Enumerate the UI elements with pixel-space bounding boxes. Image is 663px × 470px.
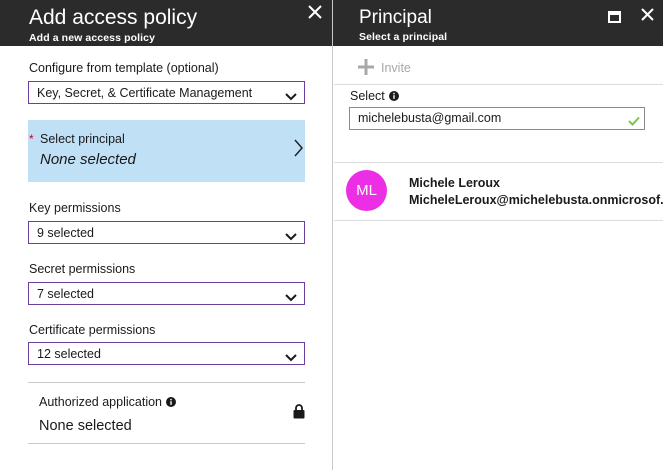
- blade-header: Principal Select a principal: [333, 0, 663, 46]
- key-permissions-value: 9 selected: [37, 226, 94, 240]
- blade-subtitle: Select a principal: [359, 31, 448, 43]
- blade-subtitle: Add a new access policy: [29, 32, 156, 44]
- select-label: Select: [350, 89, 399, 104]
- avatar: ML: [346, 170, 387, 211]
- chevron-down-icon: [285, 349, 297, 367]
- authorized-application-value: None selected: [39, 418, 132, 434]
- secret-permissions-value: 7 selected: [37, 287, 94, 301]
- invite-label: Invite: [381, 61, 411, 75]
- chevron-down-icon: [285, 289, 297, 307]
- toolbar-divider: [334, 84, 663, 85]
- select-principal-value: None selected: [40, 151, 136, 168]
- template-dropdown[interactable]: Key, Secret, & Certificate Management: [28, 81, 305, 104]
- select-search-box: [349, 107, 645, 130]
- result-name: Michele Leroux: [409, 176, 500, 190]
- maximize-icon[interactable]: [608, 10, 621, 28]
- template-dropdown-value: Key, Secret, & Certificate Management: [37, 86, 253, 100]
- authorized-application-label: Authorized application: [39, 395, 176, 410]
- info-icon[interactable]: [166, 396, 176, 410]
- chevron-down-icon: [285, 88, 297, 106]
- key-permissions-label: Key permissions: [29, 201, 121, 215]
- blade-title: Add access policy: [29, 6, 198, 29]
- certificate-permissions-value: 12 selected: [37, 347, 101, 361]
- plus-icon: [358, 59, 374, 75]
- close-icon[interactable]: [308, 5, 322, 24]
- info-icon[interactable]: [388, 90, 399, 104]
- select-search-input[interactable]: [358, 111, 618, 125]
- lock-icon: [293, 404, 305, 424]
- check-icon: [628, 113, 640, 131]
- select-label-text: Select: [350, 89, 385, 103]
- key-permissions-dropdown[interactable]: 9 selected: [28, 221, 305, 244]
- template-label: Configure from template (optional): [29, 61, 219, 75]
- chevron-right-icon: [294, 139, 303, 162]
- list-item[interactable]: ML Michele Leroux MicheleLeroux@micheleb…: [334, 163, 663, 221]
- select-principal-tile[interactable]: * Select principal None selected: [28, 120, 305, 182]
- required-indicator: *: [29, 132, 34, 146]
- result-email: MicheleLeroux@michelebusta.onmicrosof...: [409, 193, 663, 207]
- chevron-down-icon: [285, 228, 297, 246]
- secret-permissions-dropdown[interactable]: 7 selected: [28, 282, 305, 305]
- authorized-application-section: Authorized application None selected: [28, 382, 305, 444]
- close-icon[interactable]: [641, 8, 654, 26]
- add-access-policy-blade: Add access policy Add a new access polic…: [0, 0, 333, 470]
- blade-header: Add access policy Add a new access polic…: [0, 0, 332, 46]
- certificate-permissions-dropdown[interactable]: 12 selected: [28, 342, 305, 365]
- certificate-permissions-label: Certificate permissions: [29, 323, 156, 337]
- select-principal-label: Select principal: [40, 132, 125, 146]
- authorized-application-label-text: Authorized application: [39, 395, 162, 409]
- secret-permissions-label: Secret permissions: [29, 262, 136, 276]
